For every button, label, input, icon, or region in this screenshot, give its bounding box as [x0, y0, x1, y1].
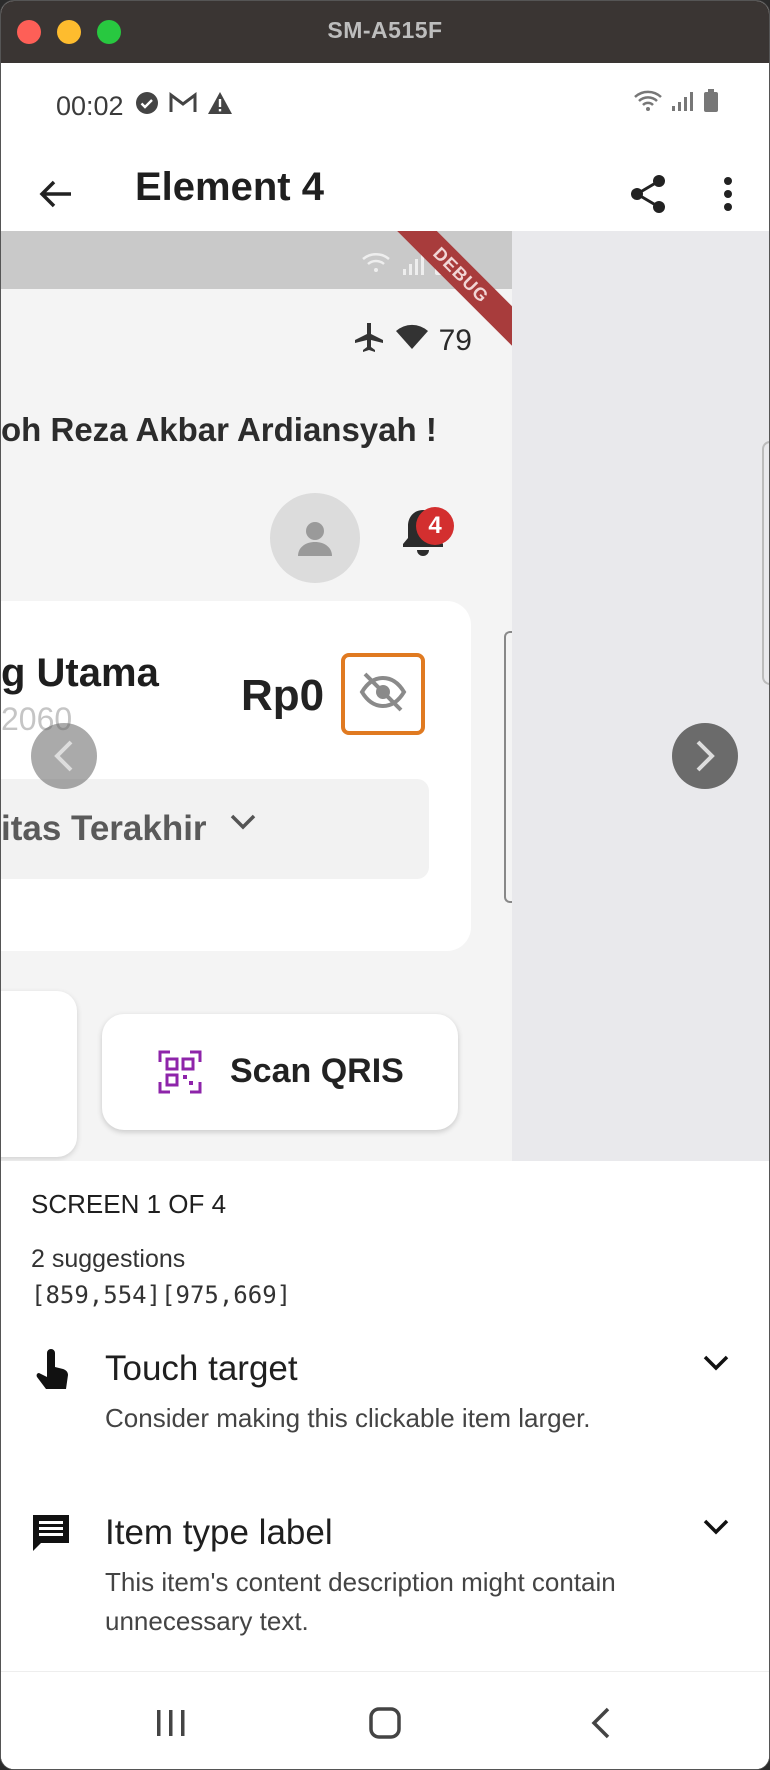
- screenshot-preview: DEBUG 79 oh Reza Akbar Ardiansyah ! 4 g …: [1, 231, 769, 1161]
- comment-icon: [31, 1513, 71, 1558]
- avatar[interactable]: [270, 493, 360, 583]
- chevron-down-icon[interactable]: [701, 1517, 731, 1544]
- inner-wifi-icon: [395, 323, 429, 359]
- scroll-indicator: [504, 631, 512, 903]
- greeting-text: oh Reza Akbar Ardiansyah !: [1, 411, 437, 448]
- qr-code-icon: [158, 1050, 202, 1099]
- suggestion-title: Item type label: [105, 1513, 333, 1552]
- account-name: g Utama: [1, 651, 159, 695]
- menu-tile[interactable]: [1, 991, 77, 1157]
- inner-status-row: 79: [353, 321, 472, 361]
- element-bounds: [859,554][975,669]: [31, 1281, 292, 1309]
- scan-qris-button[interactable]: Scan QRIS: [102, 1014, 458, 1130]
- check-circle-icon: [135, 91, 159, 120]
- notification-badge: 4: [416, 507, 454, 545]
- previous-screen-button[interactable]: [31, 723, 97, 789]
- back-icon[interactable]: [576, 1698, 626, 1748]
- chevron-down-icon[interactable]: [701, 1353, 731, 1380]
- suggestion-description: Consider making this clickable item larg…: [105, 1403, 591, 1433]
- emulator-window: SM-A515F 00:02 Element 4 DEBUG 79 oh Rez…: [0, 0, 770, 1770]
- next-screen-button[interactable]: [672, 723, 738, 789]
- status-time: 00:02: [56, 91, 124, 121]
- touch-icon: [31, 1349, 71, 1398]
- drawer-handle[interactable]: [762, 441, 769, 685]
- signal-icon: [671, 90, 695, 117]
- suggestion-count: 2 suggestions: [31, 1245, 186, 1273]
- suggestions-panel: SCREEN 1 OF 4 2 suggestions [859,554][97…: [1, 1161, 769, 1671]
- gmail-icon: [169, 92, 197, 119]
- recent-activity-dropdown[interactable]: itas Terakhir: [1, 779, 429, 879]
- suggestion-title: Touch target: [105, 1349, 298, 1388]
- app-bar: Element 4: [1, 147, 769, 243]
- warning-icon: [207, 91, 233, 120]
- recent-activity-label: itas Terakhir: [1, 809, 207, 848]
- screen-indicator: SCREEN 1 OF 4: [31, 1189, 227, 1219]
- battery-icon: [703, 89, 719, 118]
- scan-qris-label: Scan QRIS: [230, 1052, 404, 1090]
- window-title: SM-A515F: [327, 17, 443, 43]
- airplane-icon: [353, 321, 385, 361]
- phone-screen: 00:02 Element 4 DEBUG 79 oh Reza Akbar A…: [1, 63, 769, 1769]
- status-bar: 00:02: [1, 63, 769, 147]
- system-nav-bar: [1, 1671, 769, 1769]
- balance-amount: Rp0: [241, 671, 325, 720]
- eye-off-icon: [359, 672, 407, 717]
- inner-battery-level: 79: [438, 324, 472, 357]
- recents-icon[interactable]: [146, 1698, 196, 1748]
- window-titlebar: SM-A515F: [1, 1, 769, 64]
- chevron-down-icon: [229, 813, 257, 836]
- app-screenshot: DEBUG 79 oh Reza Akbar Ardiansyah ! 4 g …: [1, 231, 512, 1161]
- suggestion-description: This item's content description might co…: [105, 1567, 616, 1636]
- toggle-balance-visibility-button[interactable]: [341, 653, 425, 735]
- arrow-back-icon[interactable]: [31, 169, 81, 219]
- share-icon[interactable]: [623, 169, 673, 219]
- wifi-icon: [633, 89, 663, 118]
- more-vert-icon[interactable]: [703, 169, 753, 219]
- home-icon[interactable]: [360, 1698, 410, 1748]
- page-title: Element 4: [135, 165, 324, 209]
